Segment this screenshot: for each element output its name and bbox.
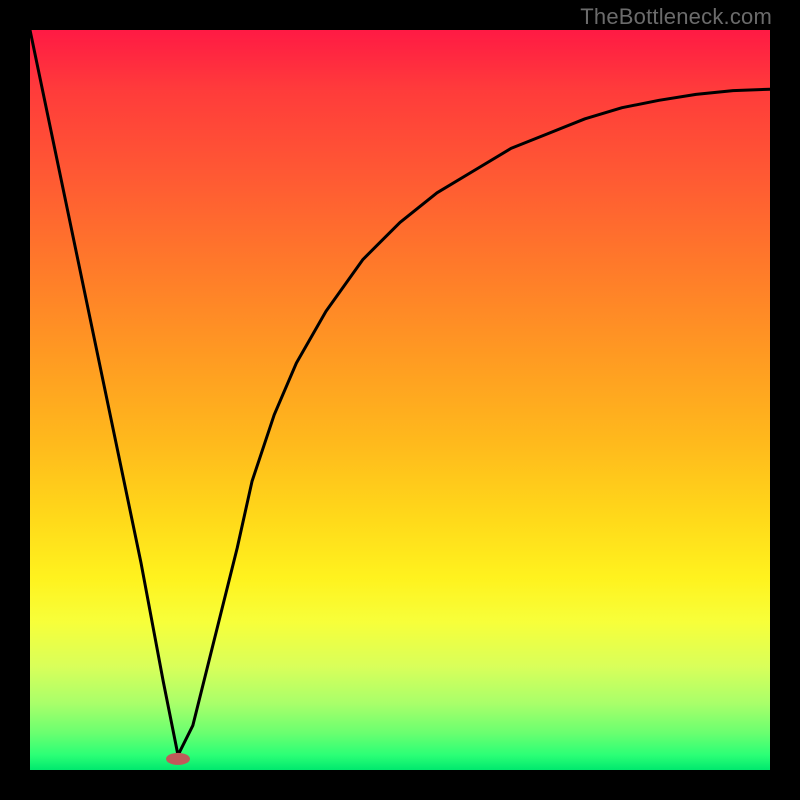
bottleneck-curve (30, 30, 770, 755)
optimum-marker: marker (166, 753, 190, 765)
chart-frame: marker TheBottleneck.com (0, 0, 800, 800)
plot-svg: marker (30, 30, 770, 770)
plot-area: marker (30, 30, 770, 770)
watermark-text: TheBottleneck.com (580, 4, 772, 30)
